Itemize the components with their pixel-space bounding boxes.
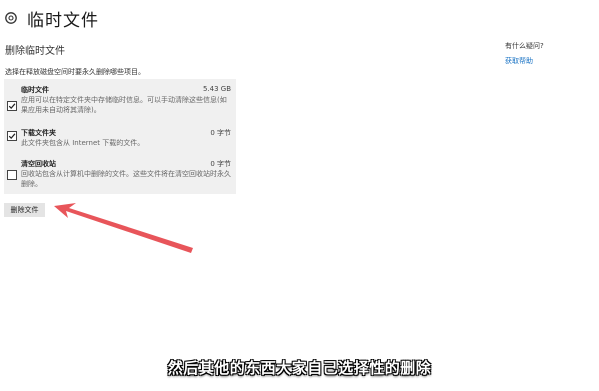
page-title: 临时文件 [27,10,99,31]
delete-files-button[interactable]: 删除文件 [4,203,45,217]
item-name: 下载文件夹 [21,129,56,137]
recycle-bin-checkbox[interactable] [7,170,17,180]
help-question: 有什么疑问? [505,42,544,50]
section-title: 删除临时文件 [5,46,65,57]
file-item-downloads[interactable]: 下载文件夹 0 字节 此文件夹包含从 Internet 下载的文件。 [4,128,236,154]
item-description: 回收站包含从计算机中删除的文件。这些文件将在清空回收站时永久删除。 [21,170,231,188]
file-item-temp[interactable]: 临时文件 5.43 GB 应用可以在特定文件夹中存储临时信息。可以手动清除这些信… [4,85,236,125]
checkmark-icon [8,103,16,109]
temp-files-checkbox[interactable] [7,101,17,111]
description-text: 选择在释放磁盘空间时要永久删除哪些项目。 [5,68,145,76]
downloads-checkbox[interactable] [7,131,17,141]
item-description: 应用可以在特定文件夹中存储临时信息。可以手动清除这些信息(如果应用未自动将其清除… [21,96,227,114]
get-help-link[interactable]: 获取帮助 [505,56,533,66]
video-subtitle: 然后其他的东西大家自己选择性的删除 [167,359,432,377]
item-name: 临时文件 [21,86,49,94]
item-size: 0 字节 [210,160,231,168]
page-header: 临时文件 [4,6,99,31]
file-list: 临时文件 5.43 GB 应用可以在特定文件夹中存储临时信息。可以手动清除这些信… [4,79,236,194]
checkmark-icon [8,133,16,139]
item-description: 此文件夹包含从 Internet 下载的文件。 [21,139,145,147]
item-name: 清空回收站 [21,160,56,168]
gear-icon[interactable] [4,11,18,25]
item-size: 0 字节 [210,129,231,137]
file-item-recycle-bin[interactable]: 清空回收站 0 字节 回收站包含从计算机中删除的文件。这些文件将在清空回收站时永… [4,159,236,191]
item-size: 5.43 GB [202,85,231,93]
